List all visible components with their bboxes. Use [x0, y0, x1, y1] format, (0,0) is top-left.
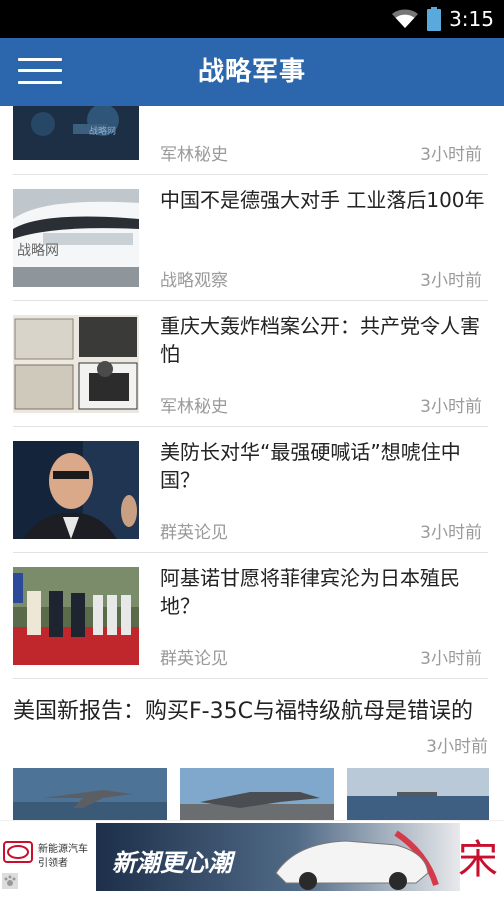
- ad-banner-bar[interactable]: 新能源汽车 引领者 新潮更心潮 宋: [0, 820, 504, 898]
- divider: [13, 552, 488, 553]
- news-thumbnail: [13, 441, 139, 539]
- news-title: 美防长对华“最强硬喊话”想唬住中国？: [160, 440, 461, 492]
- status-time: 3:15: [449, 7, 494, 31]
- svg-text:战略网: 战略网: [89, 125, 116, 137]
- news-title: 阿基诺甘愿将菲律宾沦为日本殖民地？: [160, 566, 460, 618]
- news-item[interactable]: 战略网 军林秘史 3小时前: [0, 106, 504, 174]
- app-bar: 战略军事: [0, 38, 504, 106]
- status-icons: 3:15: [391, 6, 494, 32]
- divider: [13, 426, 488, 427]
- news-source: 群英论见: [160, 649, 228, 669]
- news-image: [347, 768, 489, 820]
- news-title: 美国新报告：购买F-35C与福特级航母是错误的: [13, 699, 473, 724]
- ad-tagline-2: 引领者: [38, 858, 68, 869]
- ad-brand: 新能源汽车 引领者: [0, 821, 94, 898]
- news-thumbnail: 战略网: [13, 106, 139, 160]
- divider: [13, 300, 488, 301]
- ad-side-logo: 宋: [458, 837, 498, 883]
- app-title: 战略军事: [197, 57, 306, 87]
- wifi-icon: [392, 9, 419, 28]
- news-title: 重庆大轰炸档案公开：共产党令人害怕: [160, 314, 480, 366]
- news-title: 中国不是德强大对手 工业落后100年: [160, 188, 485, 212]
- news-time: 3小时前: [420, 145, 482, 165]
- news-time: 3小时前: [420, 271, 482, 291]
- news-thumbnail: 战略网: [13, 189, 139, 287]
- news-time: 3小时前: [420, 649, 482, 669]
- news-item[interactable]: 战略网 中国不是德强大对手 工业落后100年 战略观察 3小时前: [0, 176, 504, 300]
- news-image: [13, 768, 167, 820]
- battery-icon: [427, 7, 442, 31]
- byd-logo-icon: [3, 841, 33, 863]
- news-time: 3小时前: [420, 523, 482, 543]
- news-image: [180, 768, 334, 820]
- news-feed[interactable]: 战略网 军林秘史 3小时前 战略网 中国不是德强大对手 工业落后100年 战略观…: [0, 106, 504, 820]
- news-item[interactable]: 阿基诺甘愿将菲律宾沦为日本殖民地？ 群英论见 3小时前: [0, 554, 504, 678]
- news-source: 军林秘史: [160, 397, 228, 417]
- status-bar: 3:15: [0, 0, 504, 38]
- divider: [13, 678, 488, 679]
- ad-banner-image[interactable]: 新潮更心潮: [96, 823, 460, 891]
- news-item[interactable]: 美防长对华“最强硬喊话”想唬住中国？ 群英论见 3小时前: [0, 428, 504, 552]
- news-source: 军林秘史: [160, 145, 228, 165]
- news-thumbnail: [13, 315, 139, 413]
- news-thumbnail: [13, 567, 139, 665]
- ad-banner-text: 新潮更心潮: [112, 849, 232, 877]
- news-source: 群英论见: [160, 523, 228, 543]
- paw-icon: [2, 873, 18, 889]
- svg-text:战略网: 战略网: [17, 243, 59, 259]
- news-time: 3小时前: [426, 737, 488, 757]
- news-time: 3小时前: [420, 397, 482, 417]
- news-source: 战略观察: [160, 271, 228, 291]
- ad-tagline: 新能源汽车: [38, 844, 88, 855]
- news-item[interactable]: 重庆大轰炸档案公开：共产党令人害怕 军林秘史 3小时前: [0, 302, 504, 426]
- divider: [13, 174, 488, 175]
